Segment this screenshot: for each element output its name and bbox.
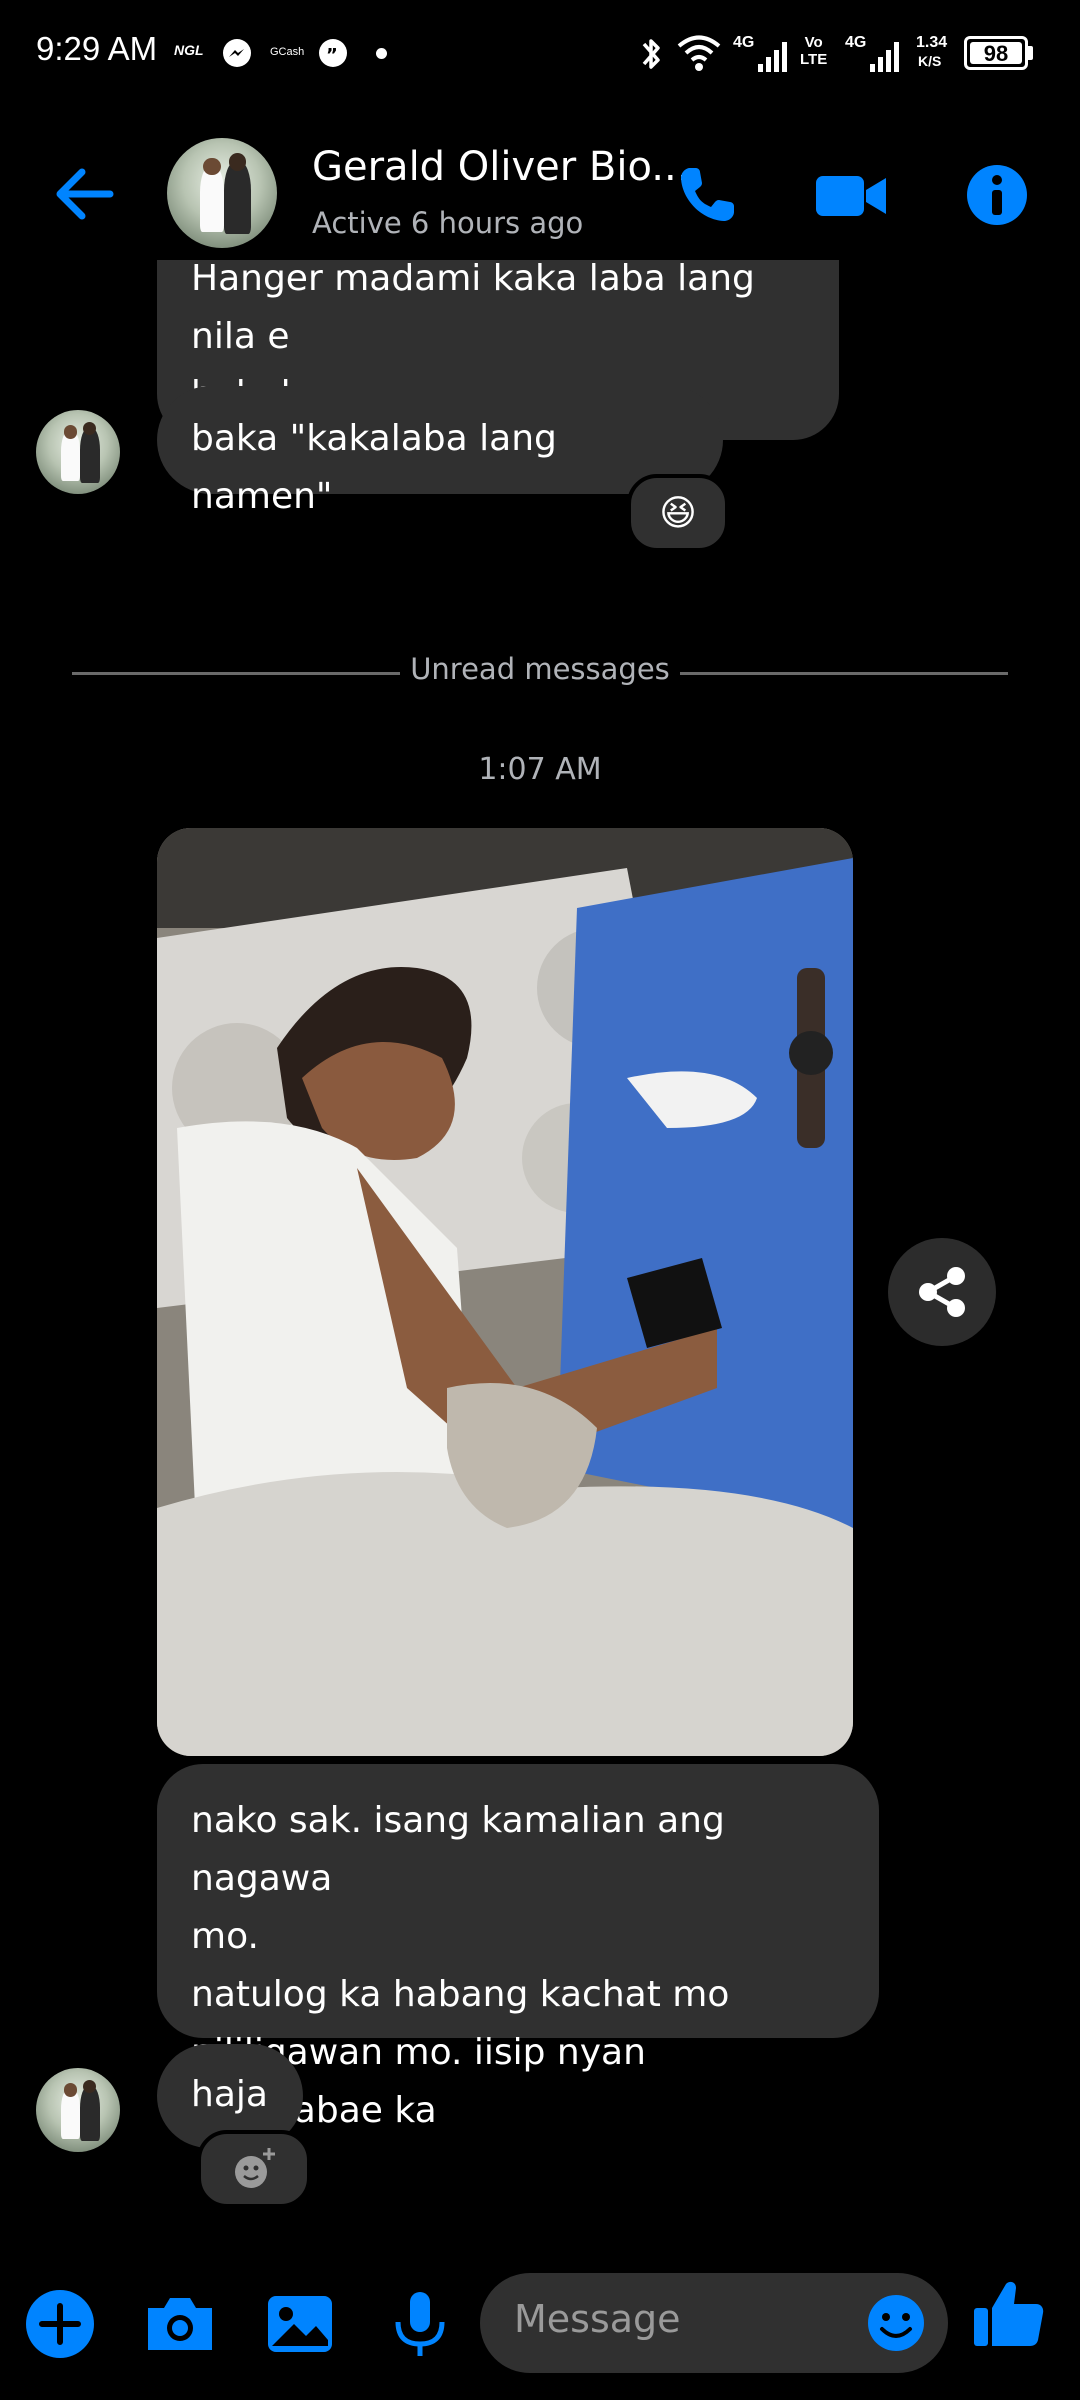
bluetooth-icon — [636, 34, 666, 74]
add-reaction-icon — [235, 2148, 275, 2188]
signal-strength-2-icon — [868, 40, 902, 74]
quote-app-icon: ” — [318, 38, 348, 68]
emoji-button[interactable] — [864, 2291, 928, 2355]
message-bubble[interactable]: baka "kakalaba lang namen" — [157, 386, 723, 517]
camera-icon — [148, 2298, 212, 2350]
sender-avatar[interactable] — [36, 410, 120, 494]
contact-avatar[interactable] — [167, 138, 277, 248]
message-input[interactable]: Message — [480, 2273, 948, 2373]
video-camera-icon — [816, 176, 886, 216]
battery-icon: 98 — [964, 36, 1028, 70]
message-bubble[interactable]: nako sak. isang kamalian ang nagawa mo. … — [157, 1764, 879, 2131]
network-type-2: 4G — [845, 34, 867, 51]
phone-icon — [681, 168, 734, 221]
unread-messages-label: Unread messages — [410, 652, 670, 686]
thumbs-up-icon — [974, 2281, 1044, 2346]
notification-dot-icon — [376, 48, 387, 59]
ngl-app-badge: NGL — [174, 42, 204, 58]
like-button[interactable] — [968, 2274, 1048, 2354]
info-icon — [967, 165, 1027, 225]
share-icon — [919, 1267, 965, 1317]
arrow-left-icon — [56, 168, 114, 220]
chat-header: Gerald Oliver Bio... Active 6 hours ago — [0, 130, 1080, 260]
contact-name[interactable]: Gerald Oliver Bio... — [312, 144, 689, 190]
status-time: 9:29 AM — [36, 30, 158, 67]
camera-button[interactable] — [140, 2284, 220, 2364]
message-timestamp: 1:07 AM — [478, 752, 602, 787]
message-reaction[interactable]: 😆 — [627, 474, 729, 552]
gcash-app-badge: GCash — [270, 46, 305, 58]
photo-content — [157, 828, 853, 1756]
share-button[interactable] — [888, 1238, 996, 1346]
voice-message-button[interactable] — [380, 2284, 460, 2364]
signal-strength-1-icon — [756, 40, 790, 74]
active-status: Active 6 hours ago — [312, 206, 584, 240]
add-reaction-button[interactable] — [197, 2130, 311, 2208]
net-speed-value: 1.34 — [916, 34, 948, 51]
wifi-icon — [676, 32, 722, 72]
volte-indicator: Vo LTE — [800, 34, 828, 68]
sender-avatar[interactable] — [36, 2068, 120, 2152]
laughing-emoji-icon: 😆 — [659, 492, 697, 534]
conversation-info-button[interactable] — [962, 160, 1032, 230]
gallery-button[interactable] — [260, 2284, 340, 2364]
message-placeholder: Message — [514, 2297, 681, 2341]
more-actions-button[interactable] — [20, 2284, 100, 2364]
battery-level: 98 — [983, 41, 1009, 66]
svg-text:”: ” — [326, 45, 338, 66]
image-icon — [268, 2296, 332, 2352]
plus-circle-icon — [26, 2290, 94, 2358]
video-call-button[interactable] — [812, 160, 892, 230]
messenger-notification-icon — [222, 38, 252, 68]
composer-bar: Message — [0, 2240, 1080, 2400]
back-button[interactable] — [48, 164, 120, 224]
photo-message[interactable] — [157, 828, 853, 1756]
net-speed-unit: K/S — [918, 53, 942, 69]
emoji-icon — [868, 2295, 924, 2351]
network-type-1: 4G — [733, 34, 755, 51]
voice-call-button[interactable] — [672, 160, 742, 230]
status-bar: 9:29 AM NGL GCash ” 4G Vo LTE 4G 1.34 K/… — [0, 0, 1080, 100]
microphone-icon — [395, 2292, 445, 2356]
